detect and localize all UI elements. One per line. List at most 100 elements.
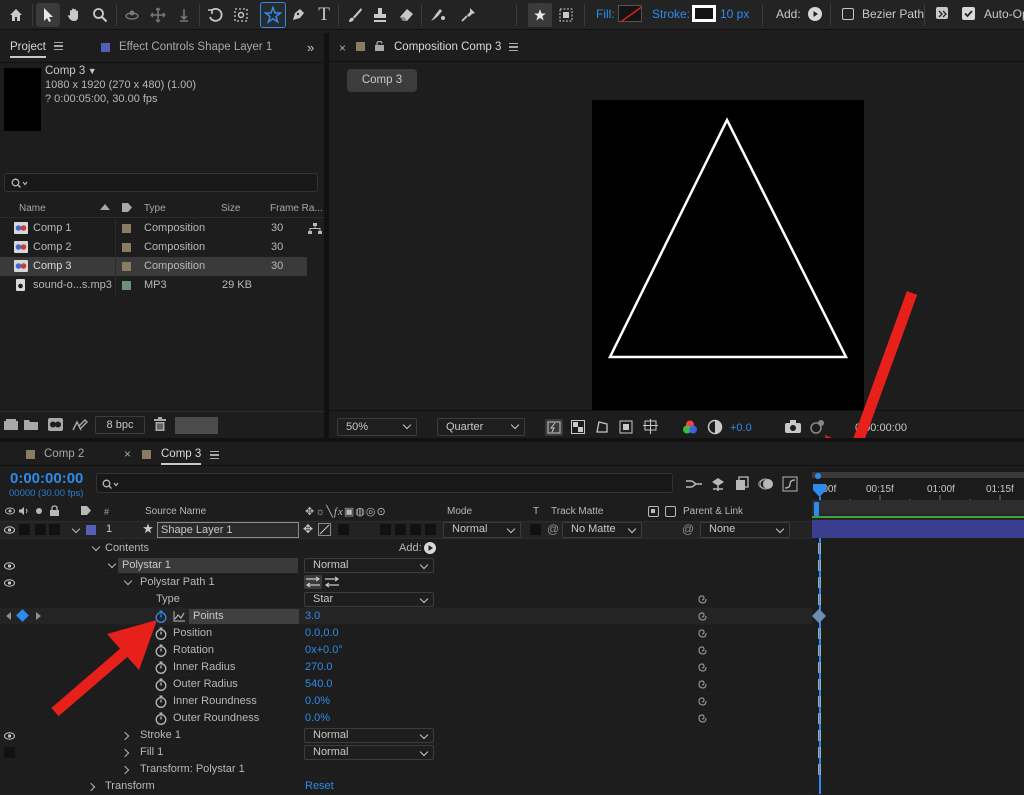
transform-reset-link[interactable]: Reset bbox=[305, 780, 334, 792]
grid-guides-icon[interactable] bbox=[643, 419, 658, 434]
project-settings-icon[interactable] bbox=[72, 418, 88, 431]
brush-tool-icon[interactable] bbox=[343, 3, 367, 27]
close-tab-icon[interactable]: × bbox=[339, 41, 346, 55]
timeline-timecode[interactable]: 0:00:00:00 bbox=[10, 470, 83, 487]
expression-pickwhip-icon[interactable] bbox=[696, 594, 708, 606]
work-area-start-handle[interactable] bbox=[815, 473, 821, 479]
lock-icon[interactable] bbox=[375, 41, 384, 51]
polystar-path-label[interactable]: Polystar Path 1 bbox=[140, 576, 215, 588]
flowchart-icon[interactable] bbox=[308, 223, 322, 235]
sort-ascending-icon[interactable] bbox=[100, 204, 110, 210]
fill-group-label[interactable]: Fill 1 bbox=[140, 746, 163, 758]
project-item-row[interactable]: Comp 2 Composition 30 bbox=[0, 238, 307, 257]
item-label-swatch[interactable] bbox=[122, 224, 131, 233]
project-search-input[interactable] bbox=[4, 173, 318, 192]
panel-menu-icon[interactable] bbox=[54, 42, 63, 50]
graph-icon[interactable] bbox=[173, 611, 186, 622]
layer-lock-box[interactable] bbox=[49, 524, 60, 535]
col-size[interactable]: Size bbox=[221, 203, 240, 214]
expression-pickwhip-icon[interactable] bbox=[696, 662, 708, 674]
tab-effect-controls[interactable]: Effect Controls Shape Layer 1 bbox=[119, 41, 272, 53]
fill-visibility-box[interactable] bbox=[4, 747, 15, 758]
col-frame-rate[interactable]: Frame Ra... bbox=[270, 203, 323, 214]
property-row[interactable] bbox=[0, 574, 812, 591]
label-tag-icon[interactable] bbox=[121, 202, 133, 213]
stroke-width-value[interactable]: 10 px bbox=[720, 7, 749, 21]
timeline-menu-icon[interactable] bbox=[210, 451, 219, 459]
exposure-value[interactable]: +0.0 bbox=[730, 422, 752, 434]
layer-name-field[interactable]: Shape Layer 1 bbox=[157, 522, 299, 538]
property-value[interactable]: 0x+0.0° bbox=[305, 644, 343, 656]
bezier-path-checkbox[interactable] bbox=[842, 8, 854, 20]
matte-pickwhip-icon[interactable]: @ bbox=[547, 522, 559, 536]
hand-tool-icon[interactable] bbox=[62, 3, 86, 27]
resolution-dropdown[interactable]: Quarter bbox=[437, 418, 525, 436]
color-depth-swatch[interactable] bbox=[175, 417, 218, 434]
parent-pickwhip-icon[interactable]: @ bbox=[682, 522, 694, 536]
preserve-transparency-box[interactable] bbox=[530, 524, 541, 535]
timeline-search-input[interactable] bbox=[96, 473, 673, 493]
bit-depth-button[interactable]: 8 bpc bbox=[95, 416, 145, 434]
fill-swatch[interactable] bbox=[618, 5, 642, 22]
adjustment-switch-box[interactable] bbox=[410, 524, 421, 535]
property-value[interactable]: 3.0 bbox=[305, 610, 320, 622]
playhead-icon[interactable] bbox=[812, 484, 827, 498]
comp-panel-menu-icon[interactable] bbox=[509, 43, 518, 51]
effect-switch-box[interactable] bbox=[338, 524, 349, 535]
layer-duration-bar[interactable] bbox=[812, 520, 1024, 538]
eraser-tool-icon[interactable] bbox=[394, 3, 418, 27]
type-dropdown[interactable]: Star bbox=[304, 592, 434, 607]
reset-exposure-icon[interactable] bbox=[707, 419, 723, 435]
type-tool-icon[interactable]: T bbox=[312, 3, 336, 27]
transform-polystar-label[interactable]: Transform: Polystar 1 bbox=[140, 763, 245, 775]
layer-mode-dropdown[interactable]: Normal bbox=[443, 522, 521, 538]
motion-blur-icon[interactable] bbox=[758, 476, 774, 492]
layer-label-swatch[interactable] bbox=[86, 525, 96, 535]
mask-tool-option-icon[interactable] bbox=[554, 3, 578, 27]
parent-dropdown[interactable]: None bbox=[700, 522, 790, 538]
layer-in-point-marker[interactable] bbox=[814, 502, 819, 516]
stroke-group-label[interactable]: Stroke 1 bbox=[140, 729, 181, 741]
video-switch-header-icon[interactable] bbox=[5, 506, 15, 516]
property-visibility-icon[interactable] bbox=[4, 731, 15, 741]
interpret-footage-icon[interactable] bbox=[4, 419, 18, 430]
graph-editor-icon[interactable] bbox=[782, 476, 798, 492]
expression-pickwhip-icon[interactable] bbox=[696, 645, 708, 657]
col-track-matte[interactable]: Track Matte bbox=[551, 506, 603, 517]
next-keyframe-icon[interactable] bbox=[36, 612, 41, 620]
item-label-swatch[interactable] bbox=[122, 281, 131, 290]
motion-blur-switch-box[interactable] bbox=[395, 524, 406, 535]
snapping-icon[interactable] bbox=[935, 6, 949, 20]
selection-tool-icon[interactable] bbox=[36, 3, 60, 27]
color-channel-icon[interactable] bbox=[682, 419, 698, 435]
expression-pickwhip-icon[interactable] bbox=[696, 679, 708, 691]
property-visibility-icon[interactable] bbox=[4, 561, 15, 571]
project-item-row[interactable]: sound-o...s.mp3 MP3 29 KB bbox=[0, 276, 307, 295]
zoom-dropdown[interactable]: 50% bbox=[337, 418, 417, 436]
tab-comp2[interactable]: Comp 2 bbox=[44, 448, 84, 460]
property-value[interactable]: 0.0% bbox=[305, 695, 330, 707]
clone-stamp-tool-icon[interactable] bbox=[368, 3, 392, 27]
work-area-bar[interactable] bbox=[812, 472, 1024, 478]
transform-label[interactable]: Transform bbox=[105, 780, 155, 792]
expression-pickwhip-icon[interactable] bbox=[696, 713, 708, 725]
quality-switch-icon[interactable] bbox=[318, 523, 331, 536]
auto-open-checkbox[interactable] bbox=[962, 7, 975, 20]
property-value[interactable]: 540.0 bbox=[305, 678, 333, 690]
project-item-row[interactable]: Comp 3 Composition 30 bbox=[0, 257, 307, 276]
col-type[interactable]: Type bbox=[144, 203, 166, 214]
polystar-label[interactable]: Polystar 1 bbox=[122, 559, 171, 571]
contents-add-play-icon[interactable] bbox=[424, 542, 436, 554]
col-mode[interactable]: Mode bbox=[447, 506, 472, 517]
close-comp3-tab-icon[interactable]: × bbox=[124, 447, 131, 461]
orbit-camera-icon[interactable] bbox=[120, 3, 144, 27]
3d-switch-box[interactable] bbox=[425, 524, 436, 535]
anchor-point-tool-icon[interactable] bbox=[229, 3, 253, 27]
frame-blending-icon[interactable] bbox=[734, 476, 750, 492]
project-item-row[interactable]: Comp 1 Composition 30 bbox=[0, 219, 307, 238]
shy-switch-icon[interactable]: ✥ bbox=[303, 522, 317, 536]
prev-keyframe-icon[interactable] bbox=[6, 612, 11, 620]
audio-header-icon[interactable] bbox=[18, 506, 29, 516]
property-value[interactable]: 0.0,0.0 bbox=[305, 627, 339, 639]
rotate-tool-icon[interactable] bbox=[203, 3, 227, 27]
